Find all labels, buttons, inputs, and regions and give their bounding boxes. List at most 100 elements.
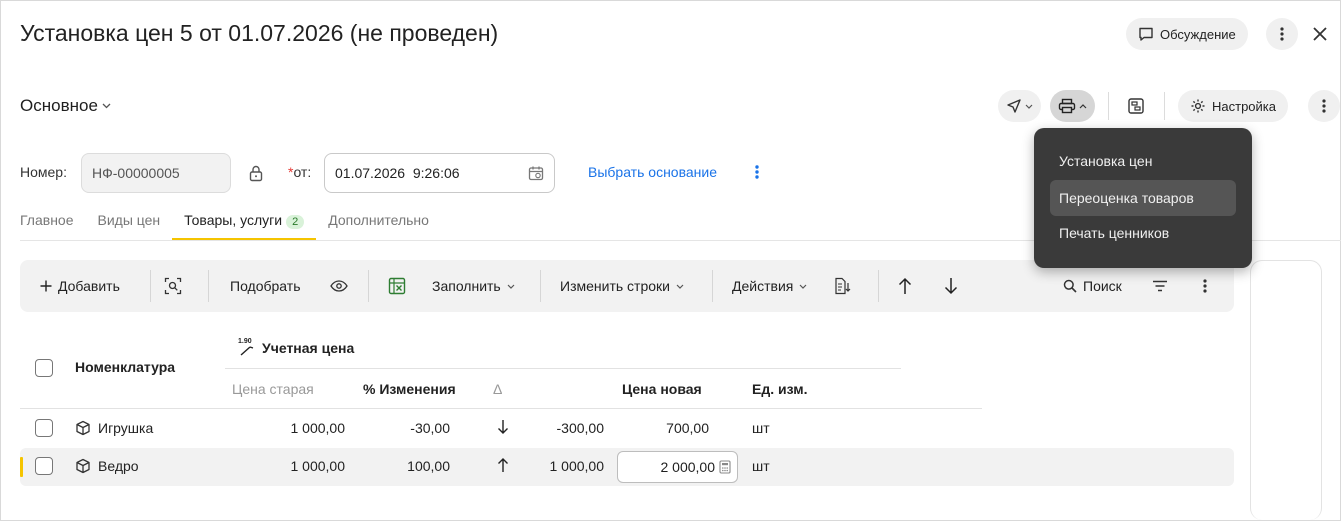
date-value: 01.07.2026 9:26:06 [335, 165, 460, 181]
basis-more-button[interactable] [750, 160, 764, 184]
toolbar-divider [1108, 92, 1109, 120]
toolbar-divider [368, 270, 369, 302]
move-up-button[interactable] [898, 260, 912, 312]
count-badge: 2 [286, 215, 305, 229]
gear-icon [1190, 98, 1206, 114]
current-row-marker [20, 457, 23, 477]
row-item-name: Ведро [98, 458, 139, 474]
move-down-button[interactable] [944, 260, 958, 312]
actions-dropdown[interactable]: Действия [732, 260, 807, 312]
print-menu: Установка цен Переоценка товаров Печать … [1034, 128, 1252, 268]
select-basis-link[interactable]: Выбрать основание [588, 164, 717, 180]
fill-label: Заполнить [432, 278, 501, 294]
row-unit: шт [752, 420, 770, 436]
change-rows-label: Изменить строки [560, 278, 670, 294]
actions-label: Действия [732, 278, 794, 294]
printer-icon [1058, 98, 1076, 114]
kebab-icon [1203, 278, 1207, 294]
box-icon [75, 420, 91, 436]
send-icon [1006, 98, 1022, 114]
tab-goods-services[interactable]: Товары, услуги 2 [172, 212, 317, 241]
chevron-up-icon [1079, 103, 1087, 109]
column-header-old-price: Цена старая [232, 381, 314, 397]
menu-item-price-tags[interactable]: Печать ценников [1050, 215, 1236, 251]
toolbar-divider [712, 270, 713, 302]
chat-icon [1138, 26, 1154, 42]
row-item-name: Игрушка [98, 420, 154, 436]
row-checkbox[interactable] [35, 457, 53, 475]
toolbar-divider [208, 270, 209, 302]
kebab-icon [1280, 26, 1284, 42]
page-title: Установка цен 5 от 01.07.2026 (не провед… [20, 20, 499, 46]
column-header-item: Номенклатура [75, 359, 176, 375]
search-label: Поиск [1083, 278, 1122, 294]
toolbar-divider [540, 270, 541, 302]
toolbar-divider [150, 270, 151, 302]
kebab-icon [755, 164, 759, 180]
box-icon [75, 458, 91, 474]
date-label: *от: [288, 164, 312, 180]
structure-button[interactable] [1122, 92, 1150, 120]
price-group-title: Учетная цена [262, 340, 355, 356]
number-field[interactable]: НФ-00000005 [81, 153, 231, 193]
sort-icon [834, 277, 852, 295]
spreadsheet-icon [388, 277, 406, 295]
eye-icon [330, 280, 348, 292]
toolbar-divider [1164, 92, 1165, 120]
discussion-label: Обсуждение [1160, 26, 1236, 42]
chevron-down-icon [102, 103, 111, 109]
filter-icon [1152, 280, 1168, 292]
scan-search-icon [164, 277, 182, 295]
row-unit: шт [752, 458, 770, 474]
side-panel [1250, 260, 1322, 520]
tab-bar: Главное Виды цен Товары, услуги 2 Дополни… [20, 212, 441, 241]
sort-button[interactable] [834, 260, 852, 312]
fill-dropdown[interactable]: Заполнить [432, 260, 515, 312]
new-price-input[interactable]: 2 000,00 [617, 451, 738, 483]
arrow-down-icon [497, 419, 509, 435]
tab-price-types[interactable]: Виды цен [86, 212, 173, 239]
date-field[interactable]: 01.07.2026 9:26:06 [324, 153, 555, 193]
header-divider [20, 408, 982, 409]
pick-button[interactable]: Подобрать [230, 260, 301, 312]
arrow-up-icon [898, 277, 912, 295]
section-more-button[interactable] [1308, 90, 1340, 122]
menu-item-price-setting[interactable]: Установка цен [1050, 143, 1236, 179]
tab-additional[interactable]: Дополнительно [316, 212, 441, 239]
chevron-down-icon [507, 284, 515, 289]
calculator-icon[interactable] [719, 460, 731, 474]
scan-button[interactable] [164, 260, 182, 312]
row-change-pct: -30,00 [410, 420, 450, 436]
section-dropdown[interactable]: Основное [20, 96, 111, 116]
send-button[interactable] [998, 90, 1041, 122]
row-delta: -300,00 [556, 420, 604, 436]
chevron-down-icon [1025, 104, 1033, 109]
add-label: Добавить [58, 278, 120, 294]
arrow-down-icon [944, 277, 958, 295]
calendar-icon[interactable] [528, 165, 544, 181]
add-button[interactable]: Добавить [40, 260, 120, 312]
settings-button[interactable]: Настройка [1178, 90, 1288, 122]
chevron-down-icon [799, 284, 807, 289]
row-checkbox[interactable] [35, 419, 53, 437]
change-rows-dropdown[interactable]: Изменить строки [560, 260, 684, 312]
close-button[interactable] [1306, 20, 1334, 48]
lock-icon[interactable] [244, 160, 268, 186]
tab-main[interactable]: Главное [20, 212, 86, 239]
row-old-price: 1 000,00 [290, 458, 346, 474]
kebab-icon [1322, 98, 1326, 114]
column-header-delta: Δ [493, 381, 503, 397]
print-button[interactable] [1050, 90, 1095, 122]
column-header-new-price: Цена новая [622, 381, 702, 397]
row-old-price: 1 000,00 [290, 420, 346, 436]
close-icon [1312, 26, 1328, 42]
arrow-up-icon [497, 457, 509, 473]
more-menu-button[interactable] [1266, 18, 1298, 50]
discussion-button[interactable]: Обсуждение [1126, 18, 1248, 50]
menu-item-revaluation[interactable]: Переоценка товаров [1050, 180, 1236, 216]
excel-button[interactable] [388, 260, 406, 312]
preview-button[interactable] [330, 260, 348, 312]
select-all-checkbox[interactable] [35, 359, 53, 377]
column-header-change-pct: % Изменения [363, 381, 456, 397]
group-header-divider [225, 368, 901, 369]
